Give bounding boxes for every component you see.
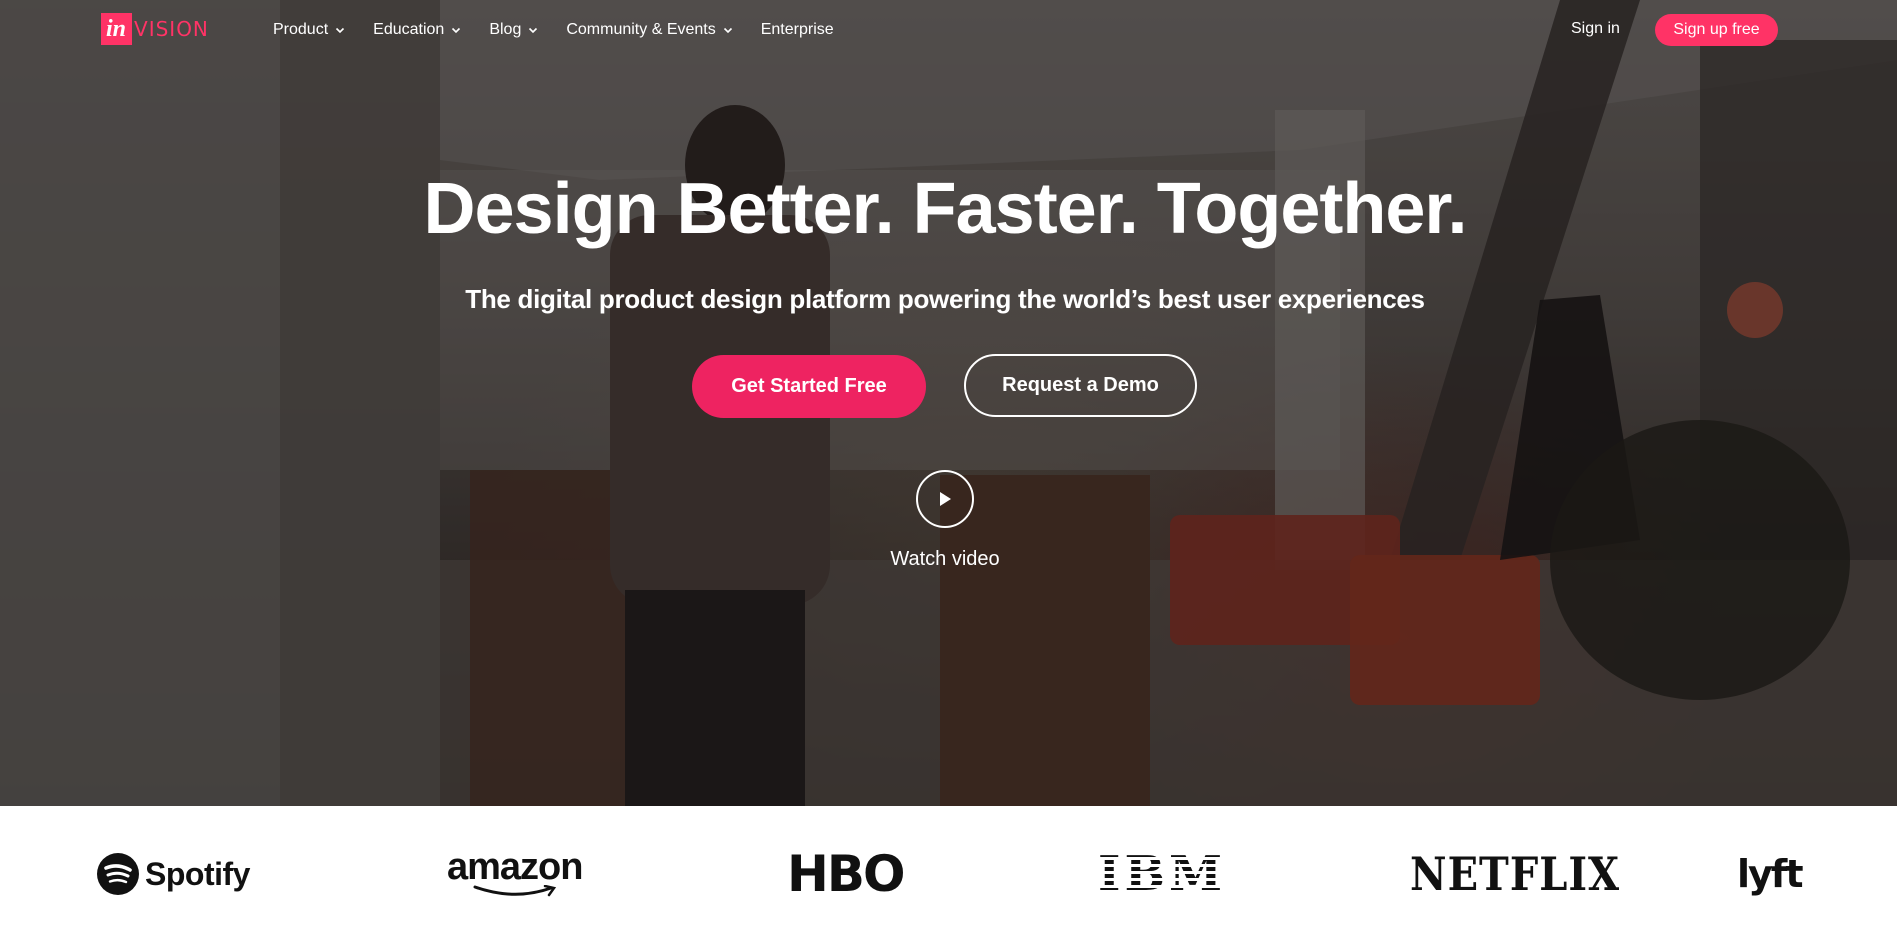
amazon-logo: amazon [447, 846, 583, 902]
invision-logo[interactable]: in VISION [101, 13, 209, 45]
lyft-wordmark: lyft [1737, 852, 1803, 896]
nav-item-community-events[interactable]: Community & Events [566, 21, 732, 39]
chevron-down-icon [452, 27, 461, 34]
logo-mark: in [101, 13, 133, 45]
nav-item-label: Community & Events [566, 21, 716, 38]
spotify-wordmark: Spotify [145, 855, 250, 892]
lyft-logo: lyft [1737, 846, 1803, 902]
hbo-wordmark: HBO [787, 845, 905, 903]
nav-item-label: Product [273, 21, 329, 38]
netflix-logo: NETFLIX [1410, 846, 1620, 902]
hbo-logo: HBO [787, 845, 905, 903]
nav-menu: Product Education Blog Community & Event… [273, 0, 862, 60]
play-icon [940, 492, 951, 506]
client-logos-strip: Spotify amazon HBO IBM NETFLIX lyft [0, 806, 1897, 947]
nav-item-label: Enterprise [760, 21, 834, 38]
amazon-wordmark: amazon [447, 846, 583, 888]
netflix-wordmark: NETFLIX [1410, 846, 1621, 902]
sign-up-button[interactable]: Sign up free [1655, 14, 1778, 46]
nav-item-education[interactable]: Education [373, 21, 461, 39]
nav-item-product[interactable]: Product [273, 21, 345, 39]
hero-subheadline: The digital product design platform powe… [465, 284, 1425, 314]
hero-section: in VISION Product Education Blog Communi… [0, 0, 1897, 806]
watch-video-link[interactable]: Watch video [0, 548, 1890, 571]
nav-item-blog[interactable]: Blog [489, 21, 538, 39]
amazon-smile-icon [473, 885, 556, 897]
nav-item-enterprise[interactable]: Enterprise [761, 21, 834, 39]
ibm-logo: IBM [1098, 846, 1226, 902]
spotify-icon [97, 853, 139, 895]
chevron-down-icon [723, 27, 732, 34]
sign-in-link[interactable]: Sign in [1571, 20, 1620, 38]
play-video-button[interactable] [916, 470, 974, 528]
spotify-logo: Spotify [97, 846, 250, 902]
top-navigation: in VISION Product Education Blog Communi… [0, 0, 1897, 60]
hero-overlay [0, 0, 1897, 806]
logo-wordmark: VISION [134, 17, 209, 41]
nav-item-label: Blog [489, 21, 522, 38]
nav-item-label: Education [373, 21, 445, 38]
request-demo-button[interactable]: Request a Demo [964, 354, 1197, 417]
chevron-down-icon [336, 27, 345, 34]
hero-headline: Design Better. Faster. Together. [423, 169, 1468, 249]
get-started-button[interactable]: Get Started Free [692, 355, 926, 418]
ibm-wordmark: IBM [1098, 846, 1227, 902]
chevron-down-icon [529, 27, 538, 34]
